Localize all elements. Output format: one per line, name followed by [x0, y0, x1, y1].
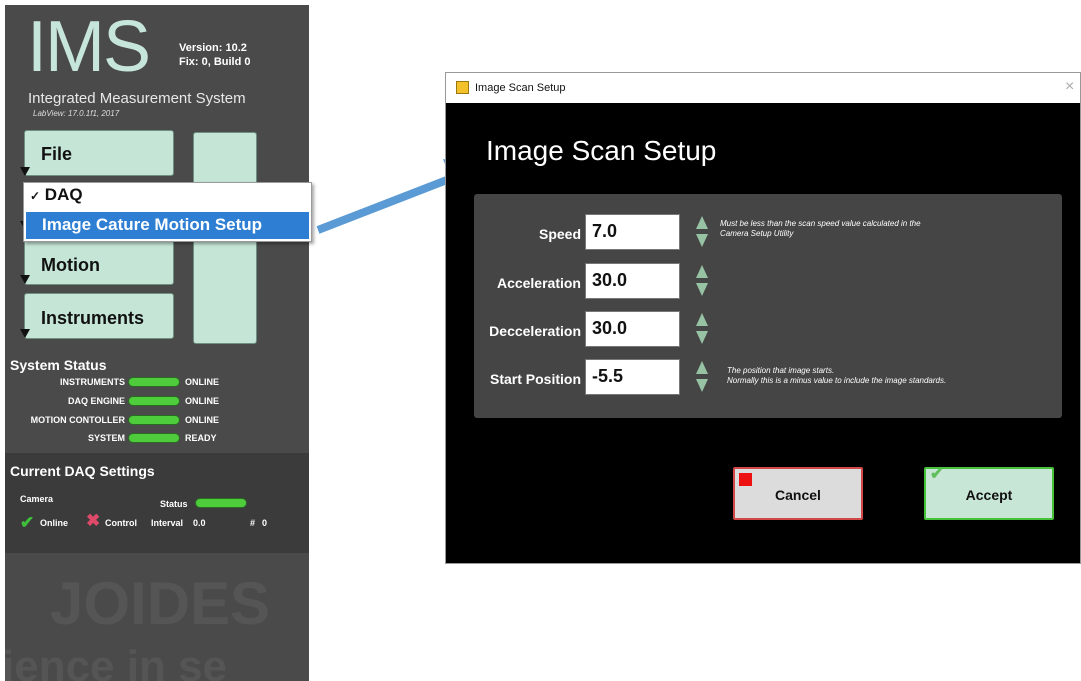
start-position-hint-line-1: The position that image starts.: [727, 366, 835, 375]
daq-status-led: [195, 498, 247, 508]
acceleration-label: Acceleration: [496, 275, 581, 291]
image-scan-setup-dialog: Image Scan Setup × Image Scan Setup Spee…: [445, 72, 1081, 564]
decceleration-up-arrow-icon[interactable]: [696, 313, 708, 326]
version-info: Version: 10.2 Fix: 0, Build 0: [179, 41, 251, 69]
status-label-instruments: INSTRUMENTS: [60, 377, 125, 387]
speed-up-arrow-icon[interactable]: [696, 216, 708, 229]
control-label: Control: [105, 518, 137, 528]
start-position-label: Start Position: [489, 371, 581, 387]
file-menu-button[interactable]: File: [24, 130, 174, 176]
decceleration-down-arrow-icon[interactable]: [696, 331, 708, 344]
count-value: 0: [262, 518, 268, 528]
status-led-motion-controller: [128, 415, 180, 425]
speed-hint-line-1: Must be less than the scan speed value c…: [720, 219, 921, 228]
acceleration-stepper[interactable]: [696, 263, 710, 299]
instruments-menu-button[interactable]: Instruments: [24, 293, 174, 339]
speed-input[interactable]: 7.0: [585, 214, 680, 250]
motion-menu-button[interactable]: Motion: [24, 239, 174, 285]
acceleration-input[interactable]: 30.0: [585, 263, 680, 299]
settings-panel: Speed 7.0 Must be less than the scan spe…: [474, 194, 1062, 418]
cancel-button[interactable]: Cancel: [733, 467, 863, 520]
accept-button[interactable]: ✔ Accept: [924, 466, 1054, 520]
start-position-input[interactable]: -5.5: [585, 359, 680, 395]
speed-hint-line-2: Camera Setup Utility: [720, 229, 794, 238]
instruments-menu-arrow-icon: [20, 329, 30, 338]
accept-label: Accept: [965, 487, 1013, 503]
status-value-system: READY: [185, 433, 217, 443]
start-position-up-arrow-icon[interactable]: [696, 361, 708, 374]
start-position-stepper[interactable]: [696, 359, 710, 395]
interval-value: 0.0: [193, 518, 206, 528]
labview-version: LabView: 17.0.1f1, 2017: [33, 109, 120, 118]
speed-label: Speed: [538, 226, 581, 242]
cancel-indicator-icon: [739, 473, 752, 486]
decceleration-label: Decceleration: [489, 323, 581, 339]
slogan-watermark: ience in se: [5, 642, 228, 681]
close-icon[interactable]: ×: [1065, 78, 1074, 96]
start-position-hint: The position that image starts. Normally…: [727, 366, 1027, 386]
status-label-motion-controller: MOTION CONTOLLER: [30, 415, 125, 425]
speed-down-arrow-icon[interactable]: [696, 234, 708, 247]
status-value-daq-engine: ONLINE: [185, 396, 220, 406]
app-subtitle: Integrated Measurement System: [28, 90, 246, 107]
cancel-label: Cancel: [775, 487, 821, 503]
daq-popup-menu: ✓ DAQ Image Cature Motion Setup: [23, 182, 312, 242]
status-value-motion-controller: ONLINE: [185, 415, 220, 425]
dialog-heading: Image Scan Setup: [486, 135, 717, 166]
status-led-daq-engine: [128, 396, 180, 406]
status-led-system: [128, 433, 180, 443]
status-label-system: SYSTEM: [87, 433, 125, 443]
start-position-hint-line-2: Normally this is a minus value to includ…: [727, 376, 947, 385]
checkmark-icon: ✓: [30, 189, 41, 203]
popup-item-image-capture-motion-setup[interactable]: Image Cature Motion Setup: [26, 212, 309, 239]
system-status-title: System Status: [10, 357, 107, 373]
online-label: Online: [40, 518, 69, 528]
status-led-instruments: [128, 377, 180, 387]
window-title: Image Scan Setup: [475, 82, 566, 94]
acceleration-up-arrow-icon[interactable]: [696, 265, 708, 278]
popup-item-image-capture-label: Image Cature Motion Setup: [42, 215, 263, 234]
count-label: #: [250, 518, 256, 528]
instruments-menu-label: Instruments: [41, 308, 145, 328]
decceleration-input[interactable]: 30.0: [585, 311, 680, 347]
acceleration-down-arrow-icon[interactable]: [696, 283, 708, 296]
accept-check-icon: ✔: [930, 466, 944, 483]
popup-item-daq-label: DAQ: [44, 185, 83, 204]
camera-label: Camera: [20, 494, 54, 504]
control-cross-icon: ✖: [86, 511, 101, 530]
version-text: Version: 10.2: [179, 42, 247, 54]
fix-build-text: Fix: 0, Build 0: [179, 56, 251, 68]
file-menu-label: File: [41, 144, 73, 164]
speed-hint: Must be less than the scan speed value c…: [720, 219, 1020, 239]
status-value-instruments: ONLINE: [185, 377, 220, 387]
status-label-daq-engine: DAQ ENGINE: [67, 396, 125, 406]
decceleration-stepper[interactable]: [696, 311, 710, 347]
popup-item-daq[interactable]: ✓ DAQ: [24, 185, 311, 209]
ims-logo-title: IMS: [27, 7, 151, 87]
online-check-icon: ✔: [20, 513, 35, 532]
interval-label: Interval: [151, 518, 184, 528]
daq-status-label: Status: [160, 499, 188, 509]
start-position-down-arrow-icon[interactable]: [696, 379, 708, 392]
motion-menu-arrow-icon: [20, 275, 30, 284]
daq-settings-title: Current DAQ Settings: [10, 463, 155, 479]
joides-watermark: JOIDES: [50, 570, 271, 637]
motion-menu-label: Motion: [41, 255, 100, 275]
dialog-title-bar[interactable]: Image Scan Setup ×: [446, 73, 1080, 103]
ims-main-panel: IMS Version: 10.2 Fix: 0, Build 0 Integr…: [5, 5, 309, 681]
file-menu-arrow-icon: [20, 167, 30, 176]
speed-stepper[interactable]: [696, 214, 710, 250]
app-icon: [456, 81, 469, 94]
